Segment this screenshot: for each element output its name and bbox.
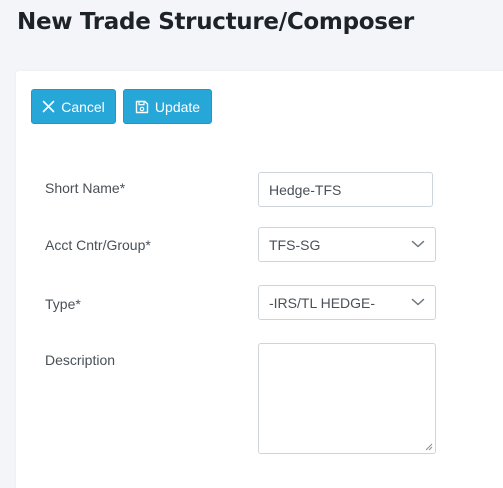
- chevron-down-icon: [411, 240, 425, 248]
- acct-group-value: TFS-SG: [269, 236, 321, 253]
- type-label: Type*: [45, 296, 81, 312]
- cancel-button[interactable]: Cancel: [31, 89, 116, 124]
- acct-group-select[interactable]: TFS-SG: [258, 227, 436, 262]
- short-name-input[interactable]: Hedge-TFS: [258, 172, 433, 207]
- form-card: Cancel Update Short Name* Hedge-TFS Acct…: [16, 71, 503, 488]
- page-title: New Trade Structure/Composer: [17, 9, 414, 35]
- cancel-button-label: Cancel: [61, 98, 105, 115]
- update-button-label: Update: [154, 98, 201, 115]
- description-textarea[interactable]: [258, 343, 436, 454]
- resize-handle-icon[interactable]: [424, 442, 433, 451]
- short-name-label: Short Name*: [45, 180, 126, 196]
- chevron-down-icon: [411, 298, 425, 306]
- description-label: Description: [45, 352, 116, 368]
- type-value: -IRS/TL HEDGE-: [269, 294, 376, 311]
- acct-group-label: Acct Cntr/Group*: [45, 237, 151, 253]
- short-name-value: Hedge-TFS: [269, 181, 342, 198]
- type-select[interactable]: -IRS/TL HEDGE-: [258, 285, 436, 320]
- save-icon: [135, 100, 149, 113]
- update-button[interactable]: Update: [123, 89, 212, 124]
- close-icon: [42, 100, 55, 113]
